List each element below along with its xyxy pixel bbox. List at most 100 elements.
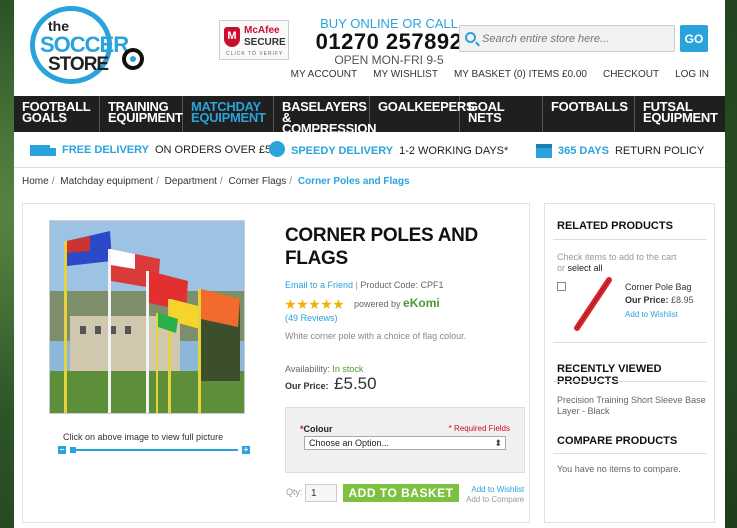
- related-item-name[interactable]: Corner Pole Bag: [625, 282, 692, 292]
- add-to-compare-link[interactable]: Add to Compare: [466, 495, 524, 505]
- star-icon: [309, 299, 320, 310]
- product-secondary-links: Add to Wishlist Add to Compare: [466, 485, 524, 505]
- usp-returns: 365 DAYS RETURN POLICY: [536, 144, 704, 158]
- zoom-hint: Click on above image to view full pictur…: [63, 432, 224, 442]
- truck-icon: [30, 144, 56, 156]
- site-logo[interactable]: the SOCCER STORE: [30, 6, 144, 84]
- nav-label-line2: EQUIPMENT: [108, 110, 183, 125]
- main-nav: FOOTBALL GOALS TRAINING EQUIPMENT MATCHD…: [14, 96, 725, 135]
- mcafee-secure-text: SECURE: [244, 37, 286, 48]
- nav-item-training-equipment[interactable]: TRAINING EQUIPMENT: [100, 96, 183, 132]
- usp-free-delivery: FREE DELIVERY ON ORDERS OVER £50*: [30, 144, 282, 156]
- required-fields-note: * Required Fields: [448, 424, 510, 433]
- related-item-price: Our Price: £8.95: [625, 295, 694, 305]
- add-to-wishlist-link[interactable]: Add to Wishlist: [466, 485, 524, 495]
- availability-label: Availability:: [285, 364, 330, 374]
- product-description: White corner pole with a choice of flag …: [285, 331, 467, 341]
- star-icon: [297, 299, 308, 310]
- compare-products-title: COMPARE PRODUCTS: [557, 435, 678, 447]
- recently-viewed-item[interactable]: Precision Training Short Sleeve Base Lay…: [557, 395, 707, 417]
- zoom-slider[interactable]: − +: [58, 446, 250, 454]
- product-image[interactable]: [49, 220, 245, 414]
- nav-item-futsal-equipment[interactable]: FUTSAL EQUIPMENT: [635, 96, 725, 132]
- checkout-link[interactable]: CHECKOUT: [603, 69, 659, 80]
- reviews-link[interactable]: (49 Reviews): [285, 313, 338, 323]
- divider: [553, 342, 707, 343]
- divider: [553, 239, 707, 240]
- nav-item-goal-nets[interactable]: GOAL NETS: [460, 96, 543, 132]
- logo-text-store: STORE: [48, 54, 109, 75]
- usp-speedy-highlight: SPEEDY DELIVERY: [291, 144, 394, 157]
- mcafee-secure-badge[interactable]: M McAfee SECURE CLICK TO VERIFY: [219, 20, 289, 60]
- page: the SOCCER STORE M McAfee SECURE CLICK T…: [14, 0, 725, 528]
- mcafee-shield-icon: M: [224, 27, 240, 47]
- star-icon: [321, 299, 332, 310]
- nav-item-football-goals[interactable]: FOOTBALL GOALS: [14, 96, 100, 132]
- opening-hours: OPEN MON-FRI 9-5: [334, 53, 444, 67]
- nav-label-line1: FOOTBALLS: [551, 99, 628, 114]
- nav-label-line1: GOALKEEPERS: [378, 99, 475, 114]
- related-item-checkbox[interactable]: [557, 282, 566, 291]
- search-go-button[interactable]: GO: [680, 25, 708, 52]
- my-basket-link[interactable]: MY BASKET (0) ITEMS £0.00: [454, 69, 587, 80]
- nav-item-footballs[interactable]: FOOTBALLS: [543, 96, 635, 132]
- ekomi-logo: eKomi: [403, 296, 440, 310]
- star-icon: [285, 299, 296, 310]
- colour-label: *Colour: [300, 424, 333, 434]
- usp-speedy-text: 1-2 WORKING DAYS*: [399, 144, 509, 157]
- zoom-out-icon[interactable]: −: [58, 446, 66, 454]
- nav-item-matchday-equipment[interactable]: MATCHDAY EQUIPMENT: [183, 96, 274, 132]
- usp-returns-highlight: 365 DAYS: [558, 145, 609, 157]
- corner-pole-bag-image[interactable]: [569, 276, 617, 332]
- star-icon: [333, 299, 344, 310]
- usp-returns-text: RETURN POLICY: [614, 145, 705, 157]
- my-wishlist-link[interactable]: MY WISHLIST: [373, 69, 438, 80]
- nav-item-goalkeepers[interactable]: GOALKEEPERS: [370, 96, 475, 132]
- related-add-to-wishlist-link[interactable]: Add to Wishlist: [625, 310, 678, 319]
- qty-label: Qty:: [286, 487, 303, 497]
- availability-value: In stock: [332, 364, 364, 374]
- search-input[interactable]: [482, 30, 672, 48]
- breadcrumb-home[interactable]: Home: [22, 176, 49, 187]
- login-link[interactable]: LOG IN: [675, 69, 709, 80]
- product-meta: Email to a Friend | Product Code: CPF1: [285, 280, 444, 290]
- zoom-in-icon[interactable]: +: [242, 446, 250, 454]
- nav-label-line1: BASELAYERS &: [282, 99, 367, 125]
- availability: Availability: In stock: [285, 364, 363, 374]
- zoom-handle[interactable]: [70, 447, 76, 453]
- breadcrumb: Home / Matchday equipment / Department / Co…: [22, 176, 410, 187]
- usp-bar: FREE DELIVERY ON ORDERS OVER £50* SPEEDY…: [14, 132, 725, 168]
- my-account-link[interactable]: MY ACCOUNT: [291, 69, 358, 80]
- calendar-icon: [536, 144, 552, 158]
- qty-input[interactable]: [305, 484, 337, 502]
- speed-icon: [269, 141, 285, 157]
- account-links: MY ACCOUNT MY WISHLIST MY BASKET (0) ITE…: [291, 69, 709, 80]
- breadcrumb-corner-flags[interactable]: Corner Flags: [228, 176, 286, 187]
- add-to-basket-button[interactable]: ADD TO BASKET: [343, 484, 459, 502]
- breadcrumb-matchday[interactable]: Matchday equipment: [60, 176, 153, 187]
- related-products-title: RELATED PRODUCTS: [557, 220, 673, 232]
- usp-delivery-text: ON ORDERS OVER £50*: [155, 144, 282, 156]
- related-hint-text: Check items to add to the cart: [557, 252, 677, 262]
- product-panel: Click on above image to view full pictur…: [22, 203, 530, 523]
- price-label: Our Price:: [285, 381, 329, 391]
- nav-item-baselayers[interactable]: BASELAYERS & COMPRESSION: [274, 96, 377, 135]
- divider: [553, 453, 707, 454]
- product-photo-illustration: [50, 221, 244, 413]
- breadcrumb-department[interactable]: Department: [165, 176, 217, 187]
- search-box: [459, 25, 675, 52]
- usp-delivery-highlight: FREE DELIVERY: [62, 144, 149, 156]
- colour-label-text: Colour: [303, 424, 333, 434]
- sidebar: RELATED PRODUCTS Check items to add to t…: [544, 203, 715, 523]
- select-all-link[interactable]: select all: [568, 263, 603, 273]
- colour-select[interactable]: Choose an Option...: [304, 436, 506, 450]
- zoom-track[interactable]: [70, 449, 238, 451]
- related-price-label: Our Price:: [625, 295, 669, 305]
- mcafee-click-text: CLICK TO VERIFY: [226, 51, 284, 57]
- related-hint: Check items to add to the cart or select…: [557, 252, 677, 274]
- product-options: *Colour * Required Fields Choose an Opti…: [285, 407, 525, 473]
- related-price-value: £8.95: [671, 295, 694, 305]
- email-friend-link[interactable]: Email to a Friend: [285, 280, 353, 290]
- recently-viewed-title: RECENTLY VIEWED PRODUCTS: [557, 363, 662, 387]
- product-title: CORNER POLES AND FLAGS: [285, 225, 478, 269]
